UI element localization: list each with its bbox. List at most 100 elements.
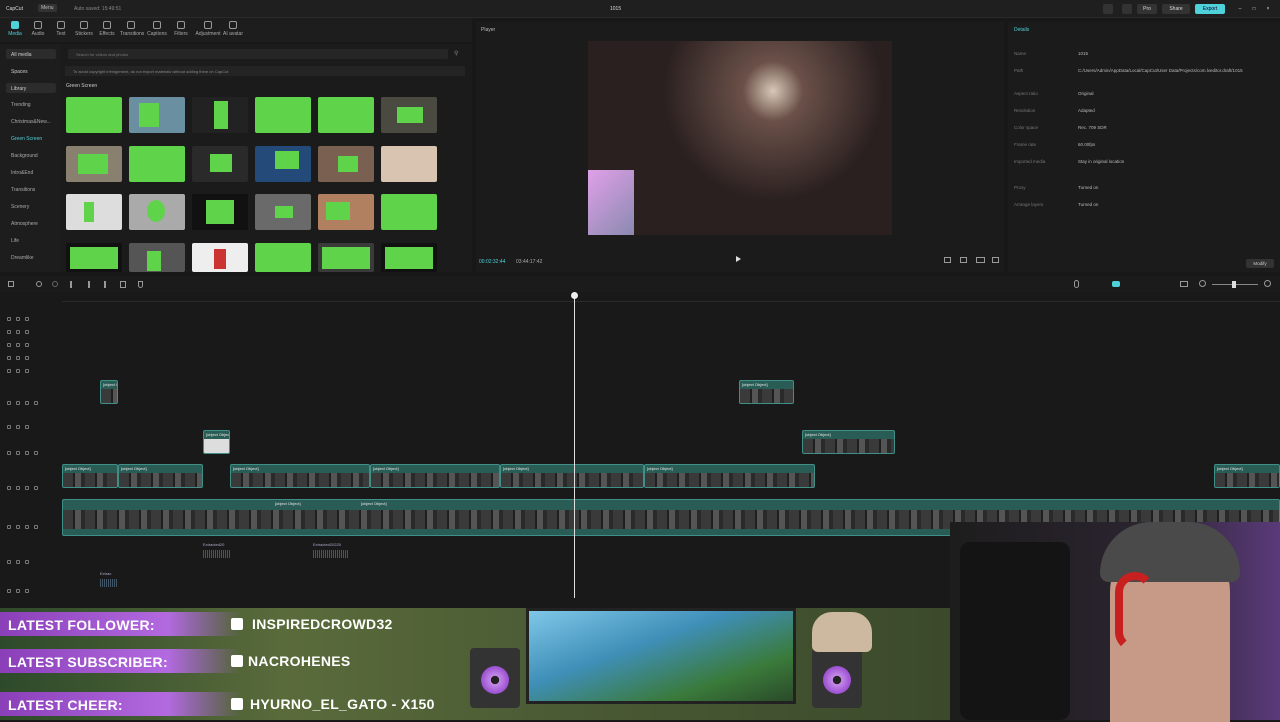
media-thumb[interactable] [318, 194, 374, 230]
fullscreen-icon[interactable] [992, 257, 999, 263]
track-controls[interactable] [7, 334, 57, 347]
tab-adjustment[interactable]: Adjustment [195, 21, 221, 37]
crop-icon[interactable] [960, 257, 967, 263]
sidebar-item-library[interactable]: Library [6, 83, 56, 93]
preview-icon[interactable] [1180, 281, 1188, 287]
media-thumb[interactable] [192, 97, 248, 133]
track-controls[interactable] [7, 551, 57, 564]
sidebar-item-transitions[interactable]: Transitions [11, 187, 35, 193]
minimize-icon[interactable]: – [1236, 4, 1244, 14]
audio-clip[interactable]: Extracted20 [203, 542, 231, 564]
track-controls[interactable] [7, 477, 57, 490]
split-left-icon[interactable] [88, 281, 90, 288]
playhead-handle[interactable] [571, 292, 578, 299]
media-thumb[interactable] [255, 194, 311, 230]
media-thumb[interactable] [381, 97, 437, 133]
audio-clip[interactable]: Extracted20220 [313, 542, 349, 564]
track-controls[interactable] [7, 580, 57, 593]
zoom-in-icon[interactable] [1264, 280, 1271, 287]
tab-filters[interactable]: Filters [170, 21, 192, 37]
search-input[interactable]: Search for videos and photos [68, 49, 448, 59]
select-icon[interactable] [8, 281, 14, 287]
tab-stickers[interactable]: Stickers [73, 21, 95, 37]
ratio-icon[interactable] [976, 257, 985, 263]
media-thumb[interactable] [129, 146, 185, 182]
track-controls[interactable] [7, 392, 57, 405]
layout-icon[interactable] [1103, 4, 1113, 14]
media-thumb[interactable] [66, 97, 122, 133]
mic-icon[interactable] [1074, 280, 1079, 288]
export-button[interactable]: Export [1195, 4, 1225, 14]
play-icon[interactable] [736, 256, 741, 262]
audio-clip[interactable]: Extrac [100, 571, 118, 593]
media-thumb[interactable] [192, 243, 248, 272]
timeline-clip[interactable]: [object Object] [1214, 464, 1280, 488]
playhead[interactable] [574, 292, 575, 598]
tab-ai-avatar[interactable]: AI avatar [222, 21, 244, 37]
fit-icon[interactable] [944, 257, 951, 263]
media-thumb[interactable] [129, 97, 185, 133]
media-thumb[interactable] [318, 97, 374, 133]
sidebar-item-spaces[interactable]: Spaces [6, 66, 56, 76]
shortcut-icon[interactable] [1122, 4, 1132, 14]
tab-media[interactable]: Media [4, 21, 26, 37]
undo-icon[interactable] [36, 281, 42, 287]
sidebar-item-life[interactable]: Life [11, 238, 19, 244]
tab-text[interactable]: Text [50, 21, 72, 37]
media-thumb[interactable] [129, 194, 185, 230]
tab-audio[interactable]: Audio [27, 21, 49, 37]
track-controls[interactable] [7, 516, 57, 529]
media-thumb[interactable] [66, 243, 122, 272]
maximize-icon[interactable]: □ [1250, 4, 1258, 14]
timeline-clip[interactable]: [object Object] [739, 380, 794, 404]
media-thumb[interactable] [381, 243, 437, 272]
share-button[interactable]: Share [1162, 4, 1190, 14]
tab-effects[interactable]: Effects [96, 21, 118, 37]
timeline-clip[interactable]: [object Object] [500, 464, 644, 488]
filter-icon[interactable]: ⚲ [454, 50, 458, 57]
marker-icon[interactable] [138, 281, 143, 288]
media-thumb[interactable] [66, 146, 122, 182]
sidebar-item-scenery[interactable]: Scenery [11, 204, 29, 210]
media-thumb[interactable] [192, 194, 248, 230]
media-thumb[interactable] [255, 146, 311, 182]
pro-button[interactable]: Pro [1137, 4, 1157, 14]
redo-icon[interactable] [52, 281, 58, 287]
video-preview[interactable] [588, 41, 892, 235]
zoom-out-icon[interactable] [1199, 280, 1206, 287]
tab-transitions[interactable]: Transitions [120, 21, 144, 37]
close-icon[interactable]: × [1264, 4, 1272, 14]
track-controls[interactable] [7, 321, 57, 334]
track-controls[interactable] [7, 347, 57, 360]
modify-button[interactable]: Modify [1246, 259, 1274, 268]
media-thumb[interactable] [129, 243, 185, 272]
media-thumb[interactable] [255, 97, 311, 133]
time-ruler[interactable] [62, 292, 1280, 302]
tab-captions[interactable]: Captions [146, 21, 168, 37]
delete-icon[interactable] [120, 281, 126, 288]
sidebar-item-all-media[interactable]: All media [6, 49, 56, 59]
split-icon[interactable] [70, 281, 72, 288]
sidebar-item-green-screen[interactable]: Green Screen [11, 136, 42, 142]
link-icon[interactable] [1112, 281, 1120, 287]
timeline-clip[interactable]: [object Object] [100, 380, 118, 404]
track-controls[interactable] [7, 360, 57, 373]
track-controls[interactable] [7, 308, 57, 321]
timeline-clip[interactable]: [object Object] [203, 430, 230, 454]
media-thumb[interactable] [381, 194, 437, 230]
track-controls[interactable] [7, 442, 57, 455]
timeline-clip[interactable]: [object Object] [62, 464, 118, 488]
sidebar-item-dreamlike[interactable]: Dreamlike [11, 255, 34, 261]
sidebar-item-intro-end[interactable]: Intro&End [11, 170, 33, 176]
split-right-icon[interactable] [104, 281, 106, 288]
media-thumb[interactable] [318, 243, 374, 272]
media-thumb[interactable] [381, 146, 437, 182]
media-thumb[interactable] [318, 146, 374, 182]
timeline-clip[interactable]: [object Object] [230, 464, 370, 488]
menu-button[interactable]: Menu [38, 4, 57, 12]
media-thumb[interactable] [255, 243, 311, 272]
timeline-clip[interactable]: [object Object] [802, 430, 895, 454]
media-thumb[interactable] [66, 194, 122, 230]
track-controls[interactable] [7, 416, 57, 429]
sidebar-item-christmas[interactable]: Christmas&New... [11, 119, 51, 125]
